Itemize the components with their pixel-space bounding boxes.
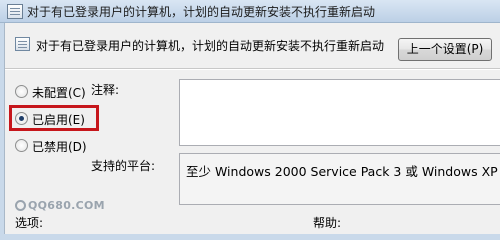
radio-button-icon: [15, 85, 28, 98]
policy-settings-icon: [15, 37, 30, 51]
policy-dialog: 对于有已登录用户的计算机，计划的自动更新安装不执行重新启动 上一个设置(P) 未…: [4, 23, 500, 234]
radio-label: 已禁用(D): [32, 140, 87, 154]
supported-platform-field: 至少 Windows 2000 Service Pack 3 或 Windows…: [179, 153, 500, 205]
policy-name: 对于有已登录用户的计算机，计划的自动更新安装不执行重新启动: [36, 39, 385, 53]
watermark-text: QQ680.COM: [28, 199, 105, 212]
previous-setting-button[interactable]: 上一个设置(P): [398, 38, 492, 61]
window-titlebar: 对于有已登录用户的计算机，计划的自动更新安装不执行重新启动: [0, 0, 500, 23]
help-label: 帮助:: [313, 216, 342, 230]
window-title: 对于有已登录用户的计算机，计划的自动更新安装不执行重新启动: [27, 5, 376, 19]
policy-header: 对于有已登录用户的计算机，计划的自动更新安装不执行重新启动 上一个设置(P): [5, 23, 500, 63]
supported-platform-label: 支持的平台:: [91, 159, 156, 173]
radio-button-icon: [15, 139, 28, 152]
site-watermark: QQ680.COM: [15, 199, 105, 212]
watermark-logo-icon: [15, 200, 26, 211]
comment-label: 注释:: [91, 83, 120, 97]
radio-label: 未配置(C): [32, 86, 86, 100]
header-divider: [5, 68, 500, 70]
enabled-highlight-box: [9, 105, 99, 131]
comment-textarea[interactable]: [179, 79, 500, 146]
policy-settings-icon: [7, 4, 23, 19]
options-label: 选项:: [15, 216, 44, 230]
supported-platform-value: 至少 Windows 2000 Service Pack 3 或 Windows…: [186, 164, 500, 179]
